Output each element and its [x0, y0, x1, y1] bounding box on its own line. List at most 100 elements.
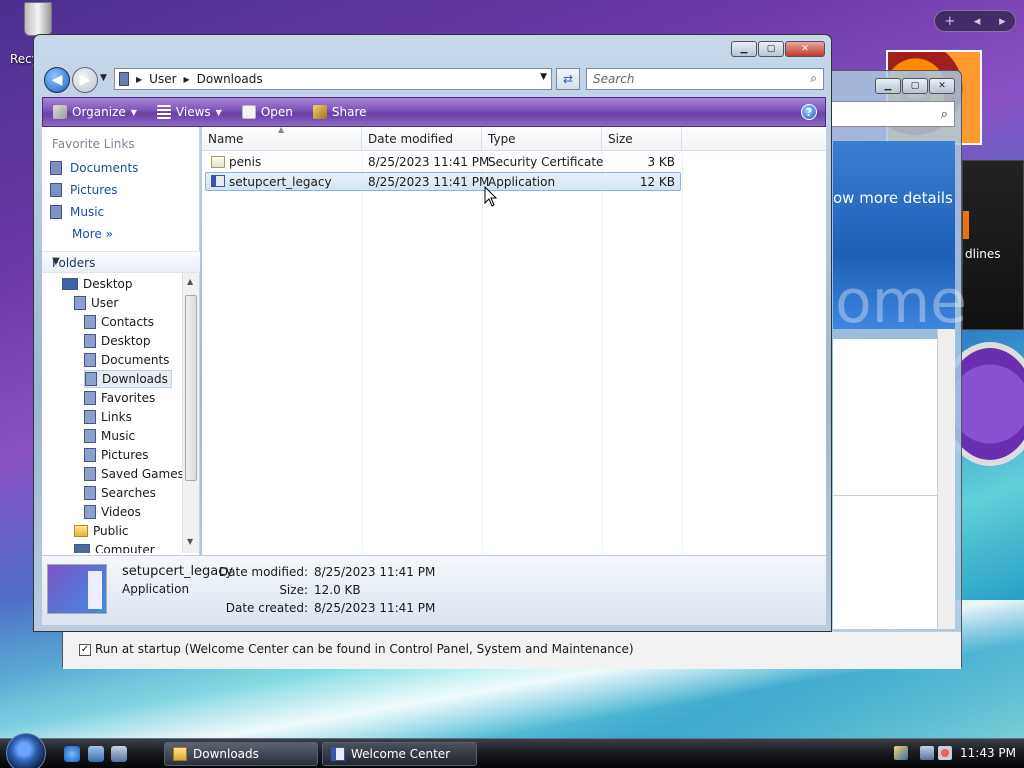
favorite-links-header: Favorite Links [52, 137, 135, 151]
welcome-center-icon [331, 747, 345, 761]
favorite-link-music[interactable]: Music [50, 205, 104, 219]
sidebar-controls[interactable]: + ◂ ▸ [934, 10, 1016, 32]
views-button[interactable]: Views ▼ [147, 98, 232, 126]
tree-item-searches[interactable]: Searches [84, 484, 156, 502]
next-gadget-icon[interactable]: ▸ [999, 14, 1006, 29]
taskbar-clock[interactable]: 11:43 PM [960, 746, 1016, 760]
help-icon: ? [805, 105, 813, 119]
address-bar[interactable]: ▶ User ▶ Downloads ▼ [114, 68, 552, 90]
column-header-date-modified[interactable]: Date modified [362, 127, 482, 151]
tree-item-favorites[interactable]: Favorites [84, 389, 155, 407]
breadcrumb-separator-icon[interactable]: ▶ [184, 75, 190, 84]
organize-icon [53, 105, 67, 119]
tree-item-documents[interactable]: Documents [84, 351, 169, 369]
address-history-dropdown-icon[interactable]: ▼ [540, 72, 547, 82]
tree-item-links[interactable]: Links [84, 408, 132, 426]
back-button[interactable]: ◀ [44, 67, 70, 93]
navigation-pane: Favorite Links Documents Pictures Music … [42, 127, 200, 555]
more-favorites-link[interactable]: More » [72, 227, 113, 241]
favorite-link-documents[interactable]: Documents [50, 161, 138, 175]
folder-tree-scrollbar[interactable]: ▲ ▼ [182, 273, 199, 553]
share-button[interactable]: Share [303, 98, 377, 126]
tree-item-contacts[interactable]: Contacts [84, 313, 154, 331]
open-icon [241, 105, 256, 119]
switch-windows-icon[interactable] [111, 746, 127, 762]
favorite-label: Documents [70, 161, 139, 175]
tree-item-desktop-folder[interactable]: Desktop [84, 332, 151, 350]
volume-muted-icon[interactable] [938, 746, 952, 760]
favorite-link-pictures[interactable]: Pictures [50, 183, 118, 197]
scroll-down-icon[interactable]: ▼ [187, 537, 193, 546]
open-button[interactable]: Open [232, 98, 303, 126]
taskbar-button-label: Welcome Center [351, 747, 451, 761]
organize-button[interactable]: Organize ▼ [43, 98, 147, 126]
windows-defender-icon[interactable] [894, 746, 908, 760]
scrollbar-thumb[interactable] [185, 295, 197, 481]
share-label: Share [331, 105, 367, 119]
tree-item-saved-games[interactable]: Saved Games [84, 465, 182, 483]
recent-pages-dropdown[interactable]: ▼ [100, 73, 107, 83]
explorer-titlebar[interactable]: ▁ ▢ ✕ [34, 35, 831, 65]
column-header-size[interactable]: Size [602, 127, 682, 151]
music-icon [50, 205, 62, 219]
refresh-button[interactable]: ⇄ [556, 68, 580, 90]
welcome-minimize-button[interactable]: ▁ [875, 78, 901, 94]
start-button[interactable] [6, 733, 46, 768]
column-label: Type [488, 132, 516, 146]
desktop-icon [62, 278, 78, 290]
help-button[interactable]: ? [801, 104, 817, 120]
file-date-modified: 8/25/2023 11:41 PM [368, 155, 490, 169]
tree-item-downloads[interactable]: Downloads [84, 370, 172, 388]
tree-item-desktop[interactable]: Desktop [62, 275, 133, 293]
file-list[interactable]: Name ▲ Date modified Type Size penis 8/2… [202, 125, 826, 555]
search-icon[interactable]: ⌕ [810, 71, 817, 86]
column-guide [482, 151, 483, 555]
welcome-scrollbar[interactable] [937, 329, 955, 629]
tree-item-computer[interactable]: Computer [74, 541, 155, 553]
show-more-details-link[interactable]: ow more details [833, 189, 953, 207]
internet-explorer-icon[interactable] [64, 746, 80, 762]
close-button[interactable]: ✕ [785, 41, 825, 57]
tree-item-user[interactable]: User [74, 294, 118, 312]
certificate-icon [211, 156, 225, 168]
column-header-name[interactable]: Name ▲ [202, 125, 362, 151]
taskbar-button-welcome-center[interactable]: Welcome Center [322, 742, 477, 766]
explorer-window[interactable]: ▁ ▢ ✕ ◀ ▶ ▼ ▶ User ▶ Downloads ▼ ⇄ Searc… [33, 34, 832, 632]
breadcrumb-user[interactable]: User [149, 72, 176, 86]
tree-label: Downloads [102, 372, 168, 386]
run-at-startup-label[interactable]: Run at startup (Welcome Center can be fo… [95, 642, 634, 656]
search-placeholder: Search [593, 72, 635, 86]
file-type: Application [488, 175, 556, 189]
scroll-up-icon[interactable]: ▲ [187, 277, 193, 286]
maximize-button[interactable]: ▢ [758, 41, 784, 57]
column-header-type[interactable]: Type [482, 127, 602, 151]
column-guide [362, 151, 363, 555]
network-icon[interactable] [920, 746, 934, 760]
run-at-startup-checkbox[interactable]: ✓ [79, 644, 91, 656]
breadcrumb-separator-icon[interactable]: ▶ [136, 75, 142, 84]
welcome-banner: ow more details ome [833, 141, 967, 337]
tree-label: Videos [101, 505, 141, 519]
welcome-search-field[interactable]: ⌕ [831, 101, 955, 127]
column-label: Name [208, 132, 244, 146]
file-row-penis[interactable]: penis 8/25/2023 11:41 PM Security Certif… [205, 153, 681, 172]
welcome-maximize-button[interactable]: ▢ [902, 78, 928, 94]
tree-item-pictures[interactable]: Pictures [84, 446, 149, 464]
tree-item-public[interactable]: Public [74, 522, 129, 540]
minimize-button[interactable]: ▁ [731, 41, 757, 57]
tree-item-videos[interactable]: Videos [84, 503, 141, 521]
feed-headlines-gadget[interactable]: dlines [962, 160, 1024, 330]
taskbar-button-downloads[interactable]: Downloads [164, 742, 318, 766]
add-gadget-icon[interactable]: + [944, 14, 955, 29]
forward-button[interactable]: ▶ [72, 67, 98, 93]
welcome-close-button[interactable]: ✕ [929, 78, 955, 94]
show-desktop-icon[interactable] [88, 746, 104, 762]
file-thumbnail [47, 564, 107, 614]
tree-item-music[interactable]: Music [84, 427, 135, 445]
folders-header[interactable]: Folders ▼ [42, 251, 200, 273]
breadcrumb-downloads[interactable]: Downloads [197, 72, 263, 86]
search-input[interactable]: Search ⌕ [586, 68, 824, 90]
prev-gadget-icon[interactable]: ◂ [974, 14, 981, 29]
downloads-icon [85, 372, 97, 386]
file-row-setupcert-legacy[interactable]: setupcert_legacy 8/25/2023 11:41 PM Appl… [205, 172, 681, 191]
